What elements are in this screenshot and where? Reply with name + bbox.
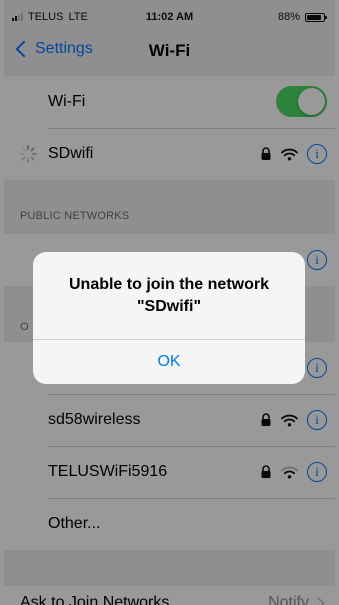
alert-dialog: Unable to join the network "SDwifi" OK (33, 252, 305, 384)
alert-title: Unable to join the network "SDwifi" (43, 274, 295, 318)
alert-title-line1: Unable to join the network (68, 276, 269, 293)
alert-title-line2: "SDwifi" (136, 298, 202, 315)
ok-button[interactable]: OK (33, 340, 305, 384)
